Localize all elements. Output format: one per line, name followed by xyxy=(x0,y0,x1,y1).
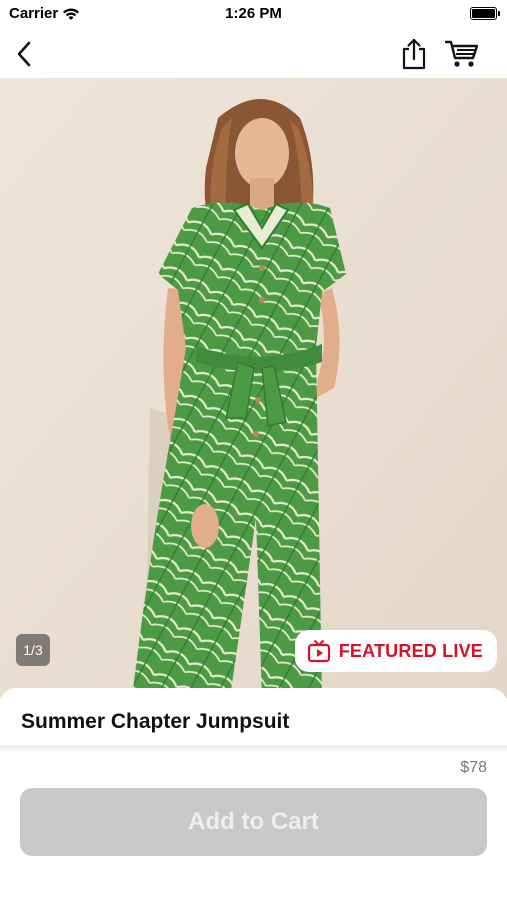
featured-live-badge[interactable]: FEATURED LIVE xyxy=(294,630,497,672)
product-title: Summer Chapter Jumpsuit xyxy=(21,710,290,733)
image-page-indicator: 1/3 xyxy=(16,634,50,666)
product-image[interactable] xyxy=(0,78,507,698)
navigation-bar xyxy=(0,28,507,78)
status-bar: Carrier 1:26 PM xyxy=(0,0,507,28)
live-tv-icon xyxy=(307,640,330,663)
cart-button[interactable] xyxy=(442,34,482,74)
chevron-left-icon xyxy=(17,41,31,67)
add-to-cart-button[interactable]: Add to Cart xyxy=(20,788,487,856)
product-info-sheet: Summer Chapter Jumpsuit $78 Add to Cart xyxy=(0,688,507,900)
cart-icon xyxy=(445,40,479,67)
product-price: $78 xyxy=(460,759,487,776)
share-button[interactable] xyxy=(394,34,434,74)
divider xyxy=(0,745,507,751)
product-photo xyxy=(0,78,507,698)
status-time: 1:26 PM xyxy=(225,5,282,22)
back-button[interactable] xyxy=(4,34,44,74)
battery-icon xyxy=(470,7,500,20)
share-icon xyxy=(402,38,426,70)
featured-live-label: FEATURED LIVE xyxy=(338,640,483,661)
